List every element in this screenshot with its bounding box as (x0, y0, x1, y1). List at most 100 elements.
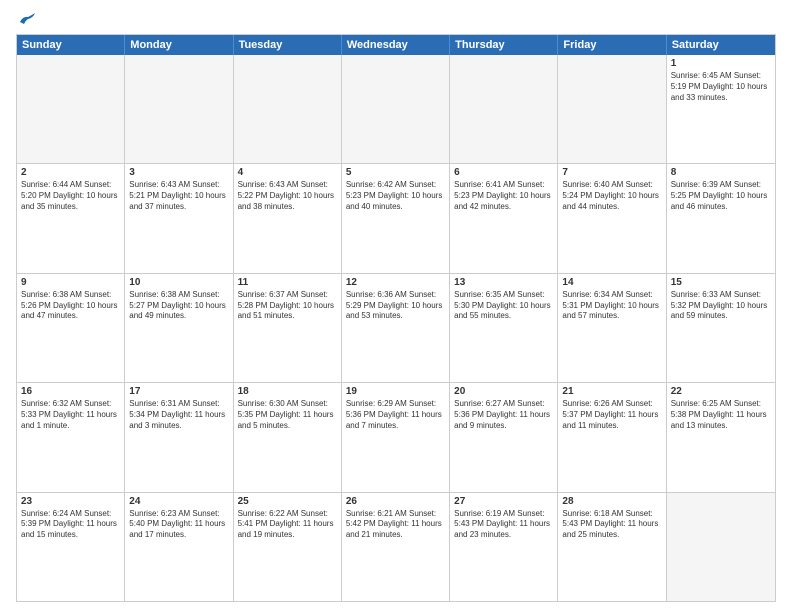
day-info: Sunrise: 6:23 AM Sunset: 5:40 PM Dayligh… (129, 509, 228, 541)
day-number: 25 (238, 496, 337, 507)
day-number: 10 (129, 277, 228, 288)
calendar-header-saturday: Saturday (667, 35, 775, 55)
calendar-cell-1-1: 3 Sunrise: 6:43 AM Sunset: 5:21 PM Daylig… (125, 164, 233, 272)
calendar-cell-2-1: 10 Sunrise: 6:38 AM Sunset: 5:27 PM Dayli… (125, 274, 233, 382)
calendar-cell-4-1: 24 Sunrise: 6:23 AM Sunset: 5:40 PM Dayli… (125, 493, 233, 601)
calendar-cell-0-3 (342, 55, 450, 163)
calendar-cell-0-6: 1 Sunrise: 6:45 AM Sunset: 5:19 PM Daylig… (667, 55, 775, 163)
day-number: 13 (454, 277, 553, 288)
day-info: Sunrise: 6:44 AM Sunset: 5:20 PM Dayligh… (21, 180, 120, 212)
calendar-row-4: 23Sunrise: 6:24 AM Sunset: 5:39 PM Dayli… (17, 493, 775, 601)
calendar-header: SundayMondayTuesdayWednesdayThursdayFrid… (17, 35, 775, 55)
calendar-cell-4-3: 26 Sunrise: 6:21 AM Sunset: 5:42 PM Dayli… (342, 493, 450, 601)
day-number: 9 (21, 277, 120, 288)
day-info: Sunrise: 6:43 AM Sunset: 5:21 PM Dayligh… (129, 180, 228, 212)
calendar-cell-0-1 (125, 55, 233, 163)
day-number: 22 (671, 386, 771, 397)
calendar-row-0: 1 Sunrise: 6:45 AM Sunset: 5:19 PM Daylig… (17, 55, 775, 164)
day-number: 3 (129, 167, 228, 178)
day-info: Sunrise: 6:18 AM Sunset: 5:43 PM Dayligh… (562, 509, 661, 541)
day-number: 19 (346, 386, 445, 397)
day-number: 7 (562, 167, 661, 178)
day-info: Sunrise: 6:40 AM Sunset: 5:24 PM Dayligh… (562, 180, 661, 212)
day-number: 20 (454, 386, 553, 397)
day-number: 27 (454, 496, 553, 507)
day-info: Sunrise: 6:42 AM Sunset: 5:23 PM Dayligh… (346, 180, 445, 212)
calendar-row-1: 2 Sunrise: 6:44 AM Sunset: 5:20 PM Daylig… (17, 164, 775, 273)
day-number: 16 (21, 386, 120, 397)
calendar-cell-0-0 (17, 55, 125, 163)
day-number: 26 (346, 496, 445, 507)
calendar-cell-3-5: 21 Sunrise: 6:26 AM Sunset: 5:37 PM Dayli… (558, 383, 666, 491)
day-info: Sunrise: 6:27 AM Sunset: 5:36 PM Dayligh… (454, 399, 553, 431)
day-info: Sunrise: 6:22 AM Sunset: 5:41 PM Dayligh… (238, 509, 337, 541)
logo-bird-icon (18, 12, 36, 26)
calendar-cell-1-3: 5 Sunrise: 6:42 AM Sunset: 5:23 PM Daylig… (342, 164, 450, 272)
day-info: Sunrise: 6:45 AM Sunset: 5:19 PM Dayligh… (671, 71, 771, 103)
day-number: 2 (21, 167, 120, 178)
day-info: Sunrise: 6:31 AM Sunset: 5:34 PM Dayligh… (129, 399, 228, 431)
day-info: Sunrise: 6:38 AM Sunset: 5:26 PM Dayligh… (21, 290, 120, 322)
calendar-cell-3-1: 17 Sunrise: 6:31 AM Sunset: 5:34 PM Dayli… (125, 383, 233, 491)
calendar-header-thursday: Thursday (450, 35, 558, 55)
day-info: Sunrise: 6:25 AM Sunset: 5:38 PM Dayligh… (671, 399, 771, 431)
calendar-cell-4-0: 23Sunrise: 6:24 AM Sunset: 5:39 PM Dayli… (17, 493, 125, 601)
day-info: Sunrise: 6:26 AM Sunset: 5:37 PM Dayligh… (562, 399, 661, 431)
day-info: Sunrise: 6:41 AM Sunset: 5:23 PM Dayligh… (454, 180, 553, 212)
calendar-cell-4-4: 27Sunrise: 6:19 AM Sunset: 5:43 PM Dayli… (450, 493, 558, 601)
calendar-cell-2-5: 14 Sunrise: 6:34 AM Sunset: 5:31 PM Dayli… (558, 274, 666, 382)
calendar: SundayMondayTuesdayWednesdayThursdayFrid… (16, 34, 776, 602)
day-info: Sunrise: 6:34 AM Sunset: 5:31 PM Dayligh… (562, 290, 661, 322)
calendar-cell-4-2: 25 Sunrise: 6:22 AM Sunset: 5:41 PM Dayli… (234, 493, 342, 601)
calendar-header-wednesday: Wednesday (342, 35, 450, 55)
day-number: 28 (562, 496, 661, 507)
calendar-row-2: 9 Sunrise: 6:38 AM Sunset: 5:26 PM Daylig… (17, 274, 775, 383)
calendar-cell-2-3: 12Sunrise: 6:36 AM Sunset: 5:29 PM Dayli… (342, 274, 450, 382)
calendar-row-3: 16 Sunrise: 6:32 AM Sunset: 5:33 PM Dayli… (17, 383, 775, 492)
day-number: 14 (562, 277, 661, 288)
day-number: 18 (238, 386, 337, 397)
day-info: Sunrise: 6:35 AM Sunset: 5:30 PM Dayligh… (454, 290, 553, 322)
calendar-cell-1-2: 4 Sunrise: 6:43 AM Sunset: 5:22 PM Daylig… (234, 164, 342, 272)
day-info: Sunrise: 6:30 AM Sunset: 5:35 PM Dayligh… (238, 399, 337, 431)
day-number: 15 (671, 277, 771, 288)
calendar-header-tuesday: Tuesday (234, 35, 342, 55)
day-info: Sunrise: 6:38 AM Sunset: 5:27 PM Dayligh… (129, 290, 228, 322)
calendar-cell-4-6 (667, 493, 775, 601)
day-info: Sunrise: 6:21 AM Sunset: 5:42 PM Dayligh… (346, 509, 445, 541)
calendar-body: 1 Sunrise: 6:45 AM Sunset: 5:19 PM Daylig… (17, 55, 775, 601)
calendar-cell-0-5 (558, 55, 666, 163)
calendar-cell-1-0: 2 Sunrise: 6:44 AM Sunset: 5:20 PM Daylig… (17, 164, 125, 272)
day-info: Sunrise: 6:32 AM Sunset: 5:33 PM Dayligh… (21, 399, 120, 431)
day-info: Sunrise: 6:39 AM Sunset: 5:25 PM Dayligh… (671, 180, 771, 212)
calendar-cell-3-6: 22 Sunrise: 6:25 AM Sunset: 5:38 PM Dayli… (667, 383, 775, 491)
page: SundayMondayTuesdayWednesdayThursdayFrid… (0, 0, 792, 612)
calendar-cell-3-4: 20 Sunrise: 6:27 AM Sunset: 5:36 PM Dayli… (450, 383, 558, 491)
calendar-header-monday: Monday (125, 35, 233, 55)
day-info: Sunrise: 6:43 AM Sunset: 5:22 PM Dayligh… (238, 180, 337, 212)
calendar-cell-2-4: 13 Sunrise: 6:35 AM Sunset: 5:30 PM Dayli… (450, 274, 558, 382)
day-info: Sunrise: 6:29 AM Sunset: 5:36 PM Dayligh… (346, 399, 445, 431)
logo (16, 12, 36, 26)
day-number: 1 (671, 58, 771, 69)
day-number: 24 (129, 496, 228, 507)
calendar-cell-2-6: 15 Sunrise: 6:33 AM Sunset: 5:32 PM Dayli… (667, 274, 775, 382)
day-number: 11 (238, 277, 337, 288)
calendar-cell-1-6: 8Sunrise: 6:39 AM Sunset: 5:25 PM Daylig… (667, 164, 775, 272)
day-number: 4 (238, 167, 337, 178)
calendar-cell-0-2 (234, 55, 342, 163)
calendar-cell-2-2: 11 Sunrise: 6:37 AM Sunset: 5:28 PM Dayli… (234, 274, 342, 382)
calendar-cell-3-2: 18 Sunrise: 6:30 AM Sunset: 5:35 PM Dayli… (234, 383, 342, 491)
day-info: Sunrise: 6:33 AM Sunset: 5:32 PM Dayligh… (671, 290, 771, 322)
calendar-cell-3-3: 19 Sunrise: 6:29 AM Sunset: 5:36 PM Dayli… (342, 383, 450, 491)
calendar-header-friday: Friday (558, 35, 666, 55)
day-number: 5 (346, 167, 445, 178)
day-info: Sunrise: 6:37 AM Sunset: 5:28 PM Dayligh… (238, 290, 337, 322)
calendar-cell-4-5: 28 Sunrise: 6:18 AM Sunset: 5:43 PM Dayli… (558, 493, 666, 601)
day-info: Sunrise: 6:24 AM Sunset: 5:39 PM Dayligh… (21, 509, 120, 541)
day-number: 21 (562, 386, 661, 397)
day-number: 17 (129, 386, 228, 397)
day-number: 12 (346, 277, 445, 288)
calendar-cell-1-4: 6 Sunrise: 6:41 AM Sunset: 5:23 PM Daylig… (450, 164, 558, 272)
day-number: 6 (454, 167, 553, 178)
